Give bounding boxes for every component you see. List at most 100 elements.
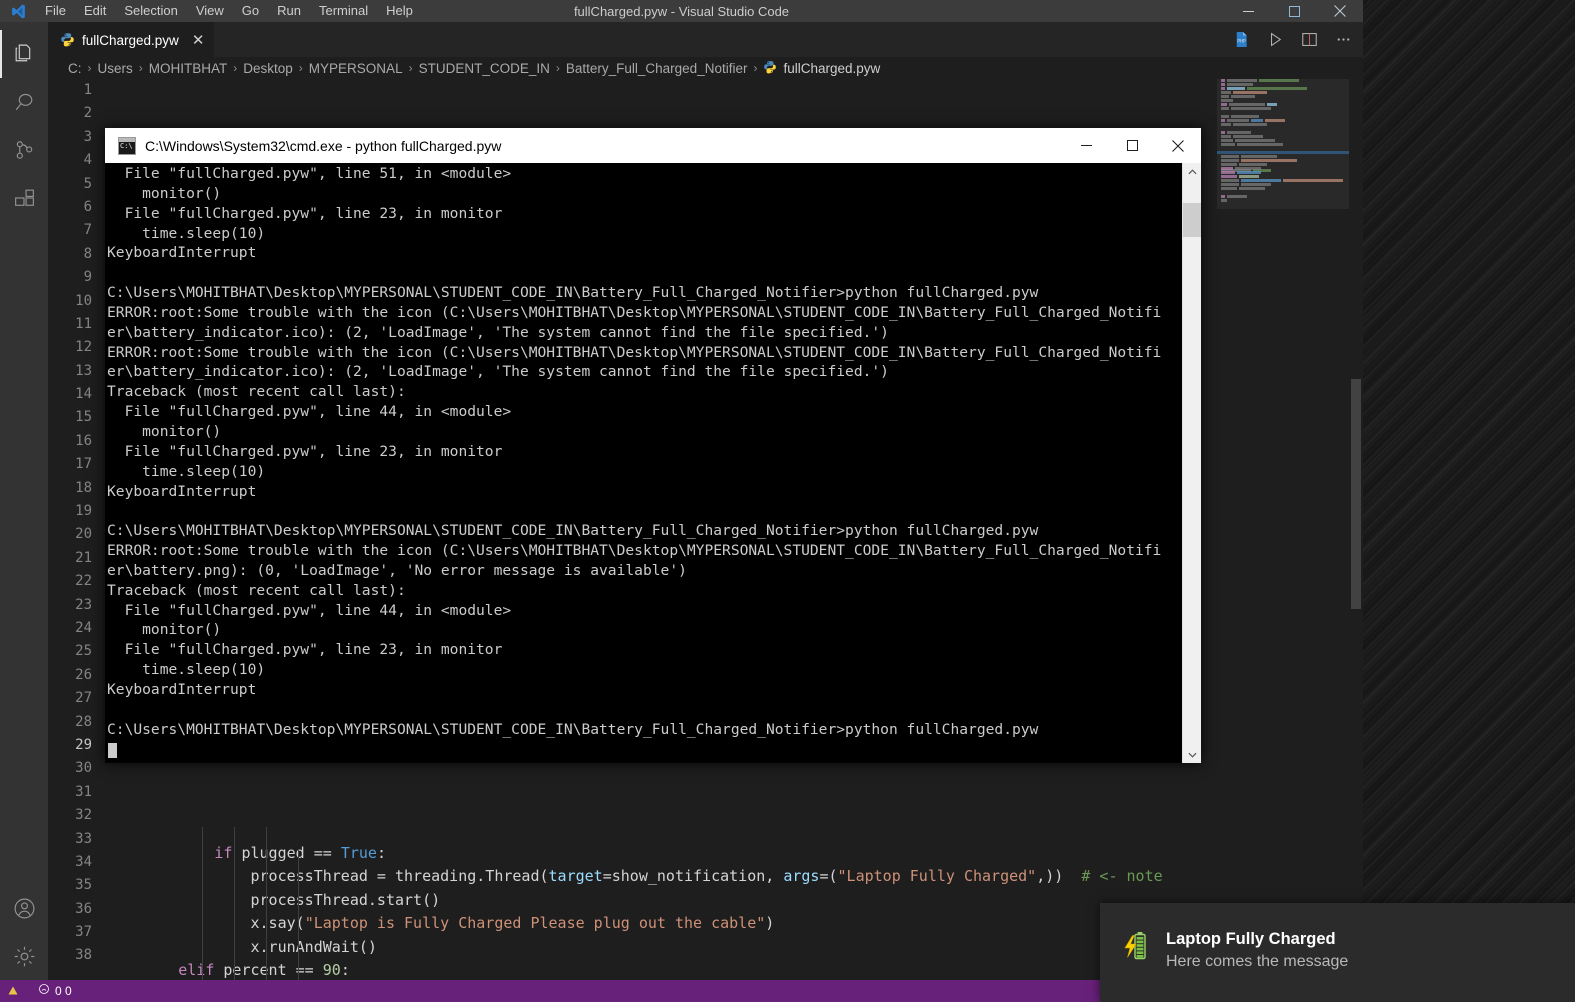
- run-code-icon[interactable]: [1261, 26, 1289, 54]
- cmd-line: Traceback (most recent call last):: [107, 581, 406, 599]
- minimap[interactable]: [1217, 79, 1349, 980]
- breadcrumb-item-5[interactable]: STUDENT_CODE_IN: [418, 61, 551, 76]
- cmd-titlebar[interactable]: C:\Windows\System32\cmd.exe - python ful…: [105, 128, 1201, 163]
- cmd-window-controls[interactable]: [1063, 128, 1201, 163]
- cmd-scroll-thumb[interactable]: [1183, 203, 1201, 237]
- breadcrumb-file[interactable]: fullCharged.pyw: [762, 60, 881, 77]
- status-remote-indicator[interactable]: [0, 980, 31, 1002]
- line-number: 20: [75, 526, 92, 543]
- line-number: 24: [75, 619, 92, 636]
- line-number: 6: [83, 198, 92, 215]
- line-number: 4: [83, 152, 92, 169]
- tab-fullcharged-pyw[interactable]: fullCharged.pyw ✕: [48, 22, 216, 58]
- cmd-line: [107, 501, 1183, 521]
- breadcrumb[interactable]: C: › Users › MOHITBHAT › Desktop › MYPER…: [48, 57, 1363, 79]
- line-number: 13: [75, 362, 92, 379]
- cmd-body[interactable]: File "fullCharged.pyw", line 51, in <mod…: [105, 163, 1201, 763]
- breadcrumb-separator: ›: [87, 61, 92, 75]
- code-token: elif: [178, 960, 224, 979]
- cmd-line: File "fullCharged.pyw", line 23, in moni…: [107, 641, 503, 659]
- code-line[interactable]: x.runAndWait(): [106, 936, 1217, 959]
- cmd-line: [107, 700, 1183, 720]
- cmd-maximize-button[interactable]: [1109, 128, 1155, 163]
- notification-toast[interactable]: Laptop Fully Charged Here comes the mess…: [1100, 903, 1575, 1002]
- close-button[interactable]: [1317, 0, 1363, 22]
- line-number: 5: [83, 175, 92, 192]
- sidebar-item-search[interactable]: [0, 78, 48, 126]
- sidebar-item-accounts[interactable]: [0, 884, 48, 932]
- code-line[interactable]: [106, 772, 1217, 795]
- code-token: processThread = threading.: [106, 867, 486, 886]
- cmd-line: File "fullCharged.pyw", line 44, in <mod…: [107, 601, 512, 619]
- code-line[interactable]: elif percent == 90:: [106, 959, 1217, 980]
- sidebar-item-extensions[interactable]: [0, 174, 48, 222]
- menu-terminal[interactable]: Terminal: [310, 0, 377, 22]
- breadcrumb-item-3[interactable]: Desktop: [242, 61, 294, 76]
- line-number: 37: [75, 924, 92, 941]
- cmd-line: er\battery.png): (0, 'LoadImage', 'No er…: [107, 561, 687, 579]
- line-number: 23: [75, 596, 92, 613]
- cmd-line: ERROR:root:Some trouble with the icon (C…: [107, 542, 1162, 560]
- line-number: 10: [75, 292, 92, 309]
- menu-selection[interactable]: Selection: [115, 0, 186, 22]
- maximize-button[interactable]: [1271, 0, 1317, 22]
- activity-bar: [0, 22, 48, 1002]
- cmd-output: File "fullCharged.pyw", line 51, in <mod…: [105, 163, 1183, 763]
- breadcrumb-item-0[interactable]: C:: [67, 61, 83, 76]
- code-token: processThread.start(): [106, 890, 441, 909]
- cmd-window[interactable]: C:\Windows\System32\cmd.exe - python ful…: [105, 128, 1201, 763]
- line-number: 14: [75, 386, 92, 403]
- cmd-scroll-down-icon[interactable]: [1183, 745, 1201, 763]
- code-line[interactable]: [106, 819, 1217, 842]
- cmd-close-button[interactable]: [1155, 128, 1201, 163]
- cmd-scroll-up-icon[interactable]: [1183, 163, 1201, 181]
- cmd-scrollbar[interactable]: [1182, 163, 1201, 763]
- status-problems[interactable]: 0 0: [31, 980, 79, 1002]
- code-token: target: [548, 867, 603, 886]
- editor-scrollbar[interactable]: [1349, 79, 1363, 980]
- menu-view[interactable]: View: [187, 0, 233, 22]
- line-number: 36: [75, 900, 92, 917]
- minimize-button[interactable]: [1225, 0, 1271, 22]
- menu-go[interactable]: Go: [233, 0, 268, 22]
- menubar[interactable]: File Edit Selection View Go Run Terminal…: [36, 0, 422, 22]
- breadcrumb-separator: ›: [555, 61, 560, 75]
- menu-file[interactable]: File: [36, 0, 75, 22]
- cmd-line: monitor(): [107, 184, 222, 202]
- breadcrumb-separator: ›: [138, 61, 143, 75]
- tab-close-icon[interactable]: ✕: [192, 33, 205, 48]
- sidebar-item-explorer[interactable]: [0, 30, 48, 78]
- breadcrumb-separator: ›: [408, 61, 413, 75]
- cmd-line: ERROR:root:Some trouble with the icon (C…: [107, 343, 1162, 361]
- breadcrumb-item-4[interactable]: MYPERSONAL: [308, 61, 404, 76]
- sidebar-item-settings[interactable]: [0, 932, 48, 980]
- menu-run[interactable]: Run: [268, 0, 310, 22]
- split-editor-icon[interactable]: [1295, 26, 1323, 54]
- line-number: 29: [75, 736, 92, 753]
- breadcrumb-item-6[interactable]: Battery_Full_Charged_Notifier: [565, 61, 749, 76]
- code-token: True: [340, 843, 377, 862]
- code-line[interactable]: processThread.start(): [106, 889, 1217, 912]
- window-controls[interactable]: [1225, 0, 1363, 22]
- menu-help[interactable]: Help: [377, 0, 422, 22]
- line-number: 30: [75, 760, 92, 777]
- php-preview-icon[interactable]: PHP: [1227, 26, 1255, 54]
- code-line[interactable]: processThread = threading.Thread(target=…: [106, 865, 1217, 888]
- code-line[interactable]: if plugged == True:: [106, 842, 1217, 865]
- status-problems-label: 0 0: [55, 984, 72, 998]
- minimap-slider[interactable]: [1217, 79, 1349, 209]
- cmd-line: C:\Users\MOHITBHAT\Desktop\MYPERSONAL\ST…: [107, 720, 1039, 738]
- breadcrumb-item-1[interactable]: Users: [97, 61, 134, 76]
- cmd-line: File "fullCharged.pyw", line 51, in <mod…: [107, 165, 512, 182]
- more-actions-icon[interactable]: [1329, 26, 1357, 54]
- breadcrumb-item-2[interactable]: MOHITBHAT: [148, 61, 229, 76]
- menu-edit[interactable]: Edit: [75, 0, 115, 22]
- code-line[interactable]: [106, 795, 1217, 818]
- cmd-minimize-button[interactable]: [1063, 128, 1109, 163]
- svg-text:PHP: PHP: [1237, 39, 1246, 45]
- line-number: 7: [83, 222, 92, 239]
- cmd-line: er\battery_indicator.ico): (2, 'LoadImag…: [107, 323, 889, 341]
- code-line[interactable]: x.say("Laptop is Fully Charged Please pl…: [106, 912, 1217, 935]
- sidebar-item-source-control[interactable]: [0, 126, 48, 174]
